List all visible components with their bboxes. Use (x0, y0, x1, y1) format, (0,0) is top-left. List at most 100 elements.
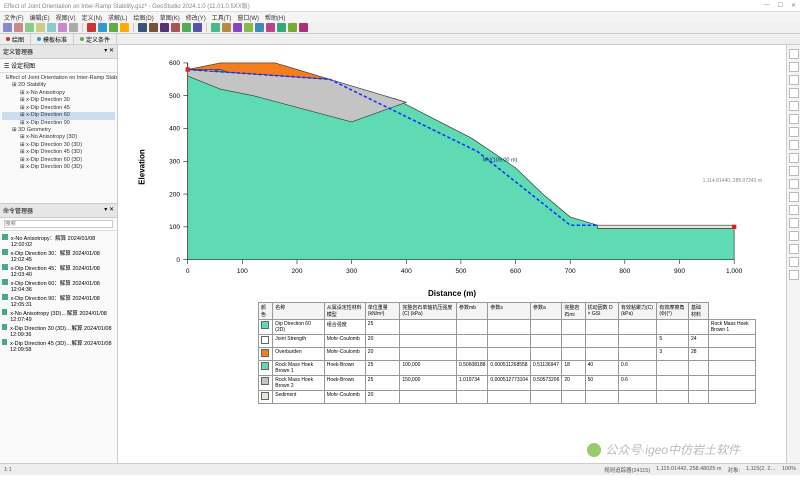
history-search[interactable] (4, 220, 113, 228)
toolbar-icon[interactable] (109, 23, 118, 32)
right-tool-icon[interactable] (789, 49, 799, 59)
menu-item[interactable]: 工具(T) (212, 13, 232, 21)
tree-node[interactable]: ⊞ x-Dip Direction 45 (3D) (2, 149, 115, 156)
tree-node[interactable]: ⊞ x-Dip Direction 30 (2, 97, 115, 104)
toolbar-icon[interactable] (87, 23, 96, 32)
tree-node[interactable]: ⊞ x-Dip Direction 45 (2, 105, 115, 112)
tree-node[interactable]: ⊞ 3D Geometry (2, 127, 115, 134)
svg-text:0: 0 (176, 257, 180, 264)
toolbar-icon[interactable] (14, 23, 23, 32)
history-row[interactable]: x-Dip Direction 90：解算 2024/01/08 12:05:3… (2, 293, 115, 308)
svg-text:100: 100 (237, 268, 248, 275)
history-row[interactable]: x-Dip Direction 45：解算 2024/01/08 12:03:4… (2, 263, 115, 278)
toolbar-icon[interactable] (69, 23, 78, 32)
history-list[interactable]: x-No Anisotropy：解算 2024/01/08 12:02:02x-… (0, 231, 117, 463)
menu-item[interactable]: 定义(N) (82, 13, 102, 21)
toolbar-icon[interactable] (138, 23, 147, 32)
maximize-button[interactable]: ☐ (778, 2, 783, 9)
panel-sub[interactable]: ☰ 设定视图 (0, 59, 117, 73)
history-row[interactable]: x-Dip Direction 45 (3D)…解算 2024/01/08 12… (2, 338, 115, 353)
toolbar-icon[interactable] (3, 23, 12, 32)
material-table[interactable]: 颜色名称从属设定性材料模型单位重量(kN/m³)完整岩石单轴抗压强度(C) (k… (258, 302, 756, 404)
menu-item[interactable]: 编辑(E) (30, 13, 50, 21)
history-row[interactable]: x-No Anisotropy：解算 2024/01/08 12:02:02 (2, 233, 115, 248)
toolbar-icon[interactable] (222, 23, 231, 32)
history-row[interactable]: x-Dip Direction 30 (3D)…解算 2024/01/08 12… (2, 323, 115, 338)
right-tool-icon[interactable] (789, 166, 799, 176)
toolbar-icon[interactable] (182, 23, 191, 32)
right-tool-icon[interactable] (789, 179, 799, 189)
toolbar-icon[interactable] (255, 23, 264, 32)
panel-controls[interactable]: ▾ ✕ (104, 206, 114, 215)
toolbar-icon[interactable] (160, 23, 169, 32)
toolbar-icon[interactable] (288, 23, 297, 32)
menu-item[interactable]: 求解(L) (108, 13, 127, 21)
mat-cell: Hoek-Brown (324, 360, 365, 375)
ribbon-tab[interactable]: 模板标准 (31, 34, 74, 44)
tree-node[interactable]: ⊞ x-No Anisotropy (2, 90, 115, 97)
close-button[interactable]: ✕ (791, 2, 796, 9)
ribbon-tab[interactable]: 绘图 (0, 34, 31, 44)
right-tool-icon[interactable] (789, 140, 799, 150)
toolbar-icon[interactable] (244, 23, 253, 32)
history-row[interactable]: x-Dip Direction 30：解算 2024/01/08 12:02:4… (2, 248, 115, 263)
menu-item[interactable]: 修改(Y) (186, 13, 206, 21)
toolbar-icon[interactable] (25, 23, 34, 32)
mat-row[interactable]: OverburdenMohr-Coulomb20328 (259, 347, 756, 360)
toolbar-icon[interactable] (211, 23, 220, 32)
toolbar-icon[interactable] (58, 23, 67, 32)
right-tool-icon[interactable] (789, 127, 799, 137)
minimize-button[interactable]: — (764, 2, 770, 9)
history-row[interactable]: x-Dip Direction 60：解算 2024/01/08 12:04:3… (2, 278, 115, 293)
right-tool-icon[interactable] (789, 244, 799, 254)
tree-node[interactable]: ⊞ x-Dip Direction 90 (2, 120, 115, 127)
toolbar-icon[interactable] (149, 23, 158, 32)
right-tool-icon[interactable] (789, 218, 799, 228)
toolbar-icon[interactable] (98, 23, 107, 32)
right-tool-icon[interactable] (789, 270, 799, 280)
right-tool-icon[interactable] (789, 75, 799, 85)
analysis-tree[interactable]: Effect of Joint Orientation on Inter-Ram… (0, 73, 117, 203)
right-tool-icon[interactable] (789, 62, 799, 72)
mat-cell (456, 319, 487, 334)
slope-plot[interactable]: Elevation 01002003004005006007008009001,… (144, 51, 756, 283)
right-tool-icon[interactable] (789, 88, 799, 98)
toolbar-icon[interactable] (233, 23, 242, 32)
toolbar-icon[interactable] (193, 23, 202, 32)
menu-item[interactable]: 帮助(H) (265, 13, 285, 21)
menu-item[interactable]: 文件(F) (4, 13, 24, 21)
history-row[interactable]: x-No Anisotropy (3D)…解算 2024/01/08 12:07… (2, 308, 115, 323)
mat-row[interactable]: Dip Direction 60 (2D)组合强度25Rock Mass Hoe… (259, 319, 756, 334)
mat-row[interactable]: Joint StrengthMohr-Coulomb20524 (259, 334, 756, 347)
right-tool-icon[interactable] (789, 192, 799, 202)
right-tool-icon[interactable] (789, 153, 799, 163)
tree-node[interactable]: ⊞ x-Dip Direction 60 (3D) (2, 157, 115, 164)
tree-node[interactable]: ⊞ x-Dip Direction 90 (3D) (2, 164, 115, 171)
right-tool-icon[interactable] (789, 257, 799, 267)
mat-row[interactable]: SedimentMohr-Coulomb20 (259, 390, 756, 403)
toolbar-icon[interactable] (277, 23, 286, 32)
tree-node[interactable]: ⊞ x-Dip Direction 30 (3D) (2, 142, 115, 149)
right-tool-icon[interactable] (789, 231, 799, 241)
mat-row[interactable]: Rock Mass Hoek Brown 2Hoek-Brown25150,00… (259, 375, 756, 390)
toolbar-icon[interactable] (120, 23, 129, 32)
tree-node[interactable]: ⊞ 2D Stability (2, 82, 115, 89)
tree-node[interactable]: ⊞ x-Dip Direction 60 (2, 112, 115, 119)
toolbar-icon[interactable] (47, 23, 56, 32)
toolbar-icon[interactable] (299, 23, 308, 32)
right-tool-icon[interactable] (789, 101, 799, 111)
right-tool-icon[interactable] (789, 205, 799, 215)
toolbar-icon[interactable] (36, 23, 45, 32)
tree-node[interactable]: ⊞ x-No Anisotropy (3D) (2, 134, 115, 141)
ribbon-tab[interactable]: 定义条件 (74, 34, 117, 44)
menu-item[interactable]: 绘图(D) (133, 13, 153, 21)
right-tool-icon[interactable] (789, 114, 799, 124)
toolbar-icon[interactable] (266, 23, 275, 32)
panel-controls[interactable]: ▾ ✕ (104, 47, 114, 56)
menu-item[interactable]: 视图(V) (56, 13, 76, 21)
tree-node[interactable]: Effect of Joint Orientation on Inter-Ram… (2, 75, 115, 82)
mat-row[interactable]: Rock Mass Hoek Brown 1Hoek-Brown25100,00… (259, 360, 756, 375)
toolbar-icon[interactable] (171, 23, 180, 32)
menu-item[interactable]: 窗口(W) (237, 13, 259, 21)
menu-item[interactable]: 草图(K) (160, 13, 180, 21)
